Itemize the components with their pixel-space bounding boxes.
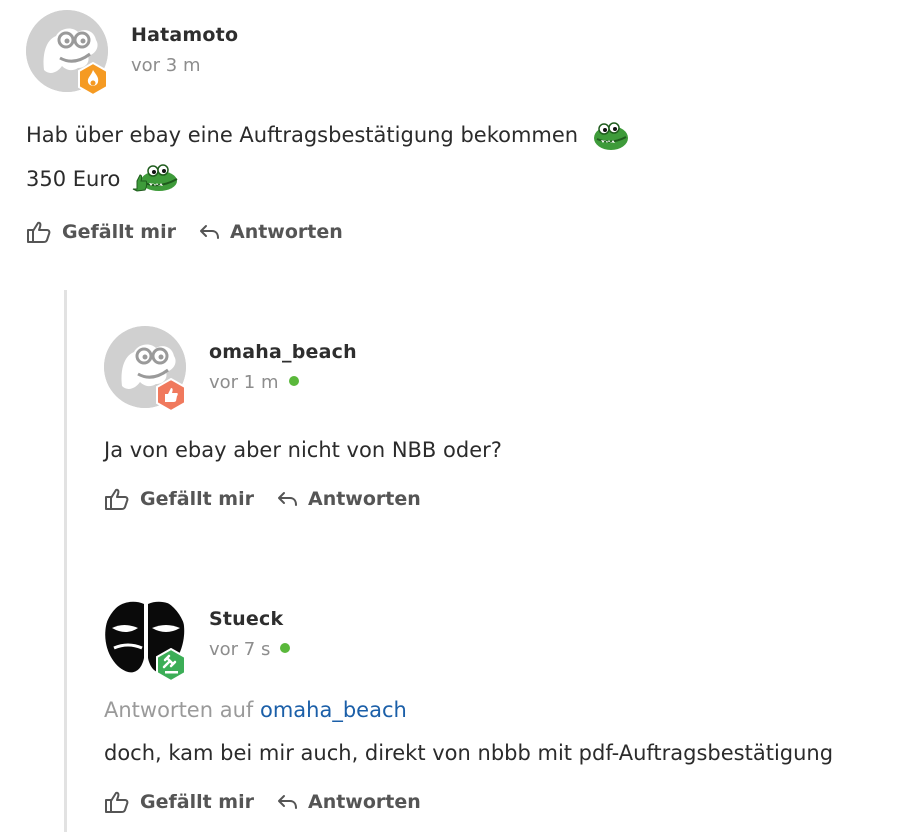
avatar[interactable] [104, 596, 186, 682]
reply-arrow-icon [277, 795, 297, 809]
comment-stueck: Stueck vor 7 s Antworten auf omaha_beach… [0, 0, 913, 832]
like-button[interactable]: Gefällt mir [104, 790, 254, 814]
timestamp-text: vor 7 s [209, 639, 271, 660]
gavel-badge-icon [156, 648, 186, 682]
online-indicator [280, 643, 291, 653]
like-label: Gefällt mir [140, 791, 254, 813]
timestamp: vor 7 s [209, 639, 291, 660]
comment-body: doch, kam bei mir auch, direkt von nbbb … [104, 731, 833, 775]
reply-to-prefix: Antworten auf [104, 698, 254, 722]
reply-label: Antworten [307, 791, 421, 813]
username[interactable]: Stueck [209, 608, 283, 630]
reply-button[interactable]: Antworten [276, 791, 421, 813]
comment-line: doch, kam bei mir auch, direkt von nbbb … [104, 741, 834, 765]
thumbs-up-icon [105, 791, 129, 813]
comment-actions: Gefällt mir Antworten [104, 790, 421, 814]
reply-to-label: Antworten auf omaha_beach [104, 698, 407, 722]
reply-to-user-link[interactable]: omaha_beach [260, 698, 407, 722]
